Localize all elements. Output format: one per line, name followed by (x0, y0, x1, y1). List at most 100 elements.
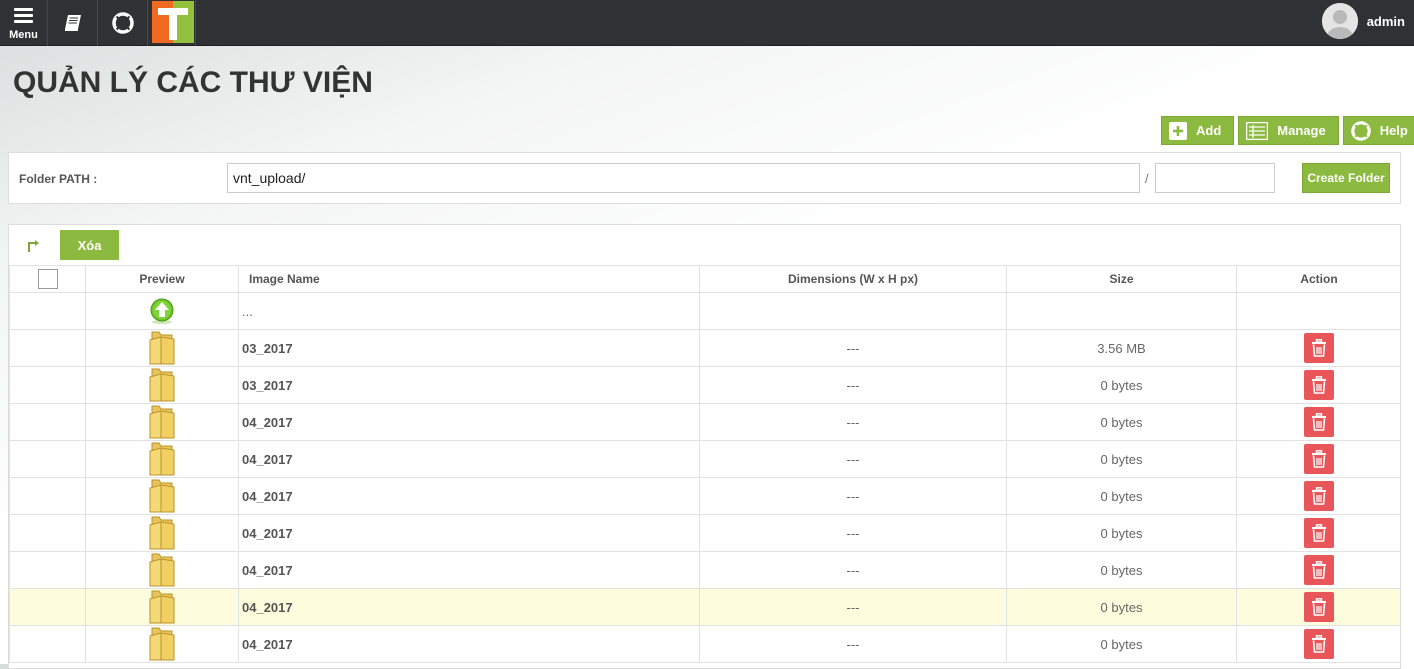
table-header: Preview Image Name Dimensions (W x H px)… (9, 265, 1400, 293)
delete-button[interactable] (1304, 407, 1334, 437)
col-action: Action (1236, 265, 1400, 293)
row-name[interactable]: 04_2017 (238, 625, 700, 663)
table-row[interactable]: 04_2017 --- 0 bytes (9, 403, 1400, 441)
top-bar: Menu admin (0, 0, 1414, 46)
folder-icon[interactable] (149, 627, 175, 661)
user-menu[interactable]: admin (1321, 3, 1405, 39)
delete-button[interactable] (1304, 555, 1334, 585)
add-label: Add (1196, 123, 1222, 138)
parent-folder-row[interactable]: ... (9, 292, 1400, 330)
row-name[interactable]: 04_2017 (238, 551, 700, 589)
delete-button[interactable] (1304, 370, 1334, 400)
row-preview-cell (85, 551, 239, 589)
folder-path-panel: Folder PATH : / Create Folder (8, 152, 1401, 204)
delete-button[interactable] (1304, 481, 1334, 511)
folder-icon[interactable] (149, 442, 175, 476)
folder-icon[interactable] (149, 516, 175, 550)
row-size: 0 bytes (1006, 403, 1237, 441)
trash-icon (1312, 524, 1326, 542)
folder-icon[interactable] (149, 368, 175, 402)
row-select-cell (9, 403, 86, 441)
trash-icon (1312, 487, 1326, 505)
logo[interactable] (150, 0, 196, 46)
book-button[interactable] (48, 0, 98, 46)
row-select-cell (9, 514, 86, 552)
folder-icon[interactable] (149, 479, 175, 513)
table-row[interactable]: 04_2017 --- 0 bytes (9, 625, 1400, 663)
row-name[interactable]: 04_2017 (238, 514, 700, 552)
col-image-name[interactable]: Image Name (238, 265, 700, 293)
table-row[interactable]: 04_2017 --- 0 bytes (9, 588, 1400, 626)
delete-button[interactable] (1304, 629, 1334, 659)
create-folder-button[interactable]: Create Folder (1302, 163, 1390, 193)
file-list-panel: Xóa Preview Image Name Dimensions (W x H… (8, 224, 1401, 669)
turn-right-arrow-icon[interactable] (27, 239, 41, 253)
trash-icon (1312, 561, 1326, 579)
menu-button[interactable]: Menu (0, 0, 48, 46)
book-icon (64, 15, 81, 31)
row-action-cell (1236, 366, 1400, 404)
file-table: Preview Image Name Dimensions (W x H px)… (9, 265, 1400, 663)
folder-path-input[interactable] (227, 163, 1140, 193)
row-dimensions: --- (699, 625, 1007, 663)
row-dimensions: --- (699, 477, 1007, 515)
plus-icon (1169, 121, 1187, 140)
row-dimensions: --- (699, 403, 1007, 441)
page-actions: Add Manage Help (1161, 116, 1414, 145)
table-row[interactable]: 04_2017 --- 0 bytes (9, 514, 1400, 552)
row-name[interactable]: 03_2017 (238, 366, 700, 404)
row-size: 0 bytes (1006, 551, 1237, 589)
col-preview[interactable]: Preview (85, 265, 239, 293)
row-name[interactable]: 04_2017 (238, 477, 700, 515)
row-dimensions: --- (699, 329, 1007, 367)
col-dimensions[interactable]: Dimensions (W x H px) (699, 265, 1007, 293)
row-action-cell (1236, 551, 1400, 589)
add-button[interactable]: Add (1161, 116, 1235, 145)
logo-t-icon (158, 8, 188, 40)
folder-path-label: Folder PATH : (19, 172, 98, 186)
row-name[interactable]: 04_2017 (238, 588, 700, 626)
help-button[interactable]: Help (1342, 116, 1414, 145)
page-title: QUẢN LÝ CÁC THƯ VIỆN (13, 66, 373, 99)
folder-icon[interactable] (149, 331, 175, 365)
select-all-checkbox[interactable] (37, 269, 58, 289)
row-preview-cell (85, 625, 239, 663)
manage-button[interactable]: Manage (1238, 116, 1339, 145)
help-lifebuoy-button[interactable] (98, 0, 148, 46)
table-row[interactable]: 03_2017 --- 3.56 MB (9, 329, 1400, 367)
row-size: 0 bytes (1006, 588, 1237, 626)
row-name[interactable]: 04_2017 (238, 440, 700, 478)
new-folder-input[interactable] (1155, 163, 1275, 193)
delete-button[interactable] (1304, 444, 1334, 474)
table-row[interactable]: 04_2017 --- 0 bytes (9, 477, 1400, 515)
delete-button[interactable] (1304, 518, 1334, 548)
table-row[interactable]: 03_2017 --- 0 bytes (9, 366, 1400, 404)
delete-button[interactable] (1304, 333, 1334, 363)
row-dimensions: --- (699, 588, 1007, 626)
row-size: 0 bytes (1006, 477, 1237, 515)
delete-selected-button[interactable]: Xóa (60, 230, 119, 260)
row-name[interactable]: 03_2017 (238, 329, 700, 367)
row-size: 0 bytes (1006, 440, 1237, 478)
row-select-cell (9, 625, 86, 663)
trash-icon (1312, 598, 1326, 616)
row-select-cell (9, 440, 86, 478)
row-action-cell (1236, 403, 1400, 441)
row-action-cell (1236, 514, 1400, 552)
table-row[interactable]: 04_2017 --- 0 bytes (9, 551, 1400, 589)
row-select-cell (9, 366, 86, 404)
folder-icon[interactable] (149, 553, 175, 587)
row-preview-cell (85, 292, 239, 330)
row-name[interactable]: 04_2017 (238, 403, 700, 441)
delete-button[interactable] (1304, 592, 1334, 622)
folder-icon[interactable] (149, 405, 175, 439)
row-action-cell (1236, 625, 1400, 663)
table-row[interactable]: 04_2017 --- 0 bytes (9, 440, 1400, 478)
row-size: 0 bytes (1006, 366, 1237, 404)
up-arrow-icon[interactable] (148, 297, 176, 325)
parent-folder-name[interactable]: ... (238, 292, 700, 330)
folder-icon[interactable] (149, 590, 175, 624)
lifebuoy-icon (1350, 120, 1371, 141)
col-size[interactable]: Size (1006, 265, 1237, 293)
row-preview-cell (85, 366, 239, 404)
